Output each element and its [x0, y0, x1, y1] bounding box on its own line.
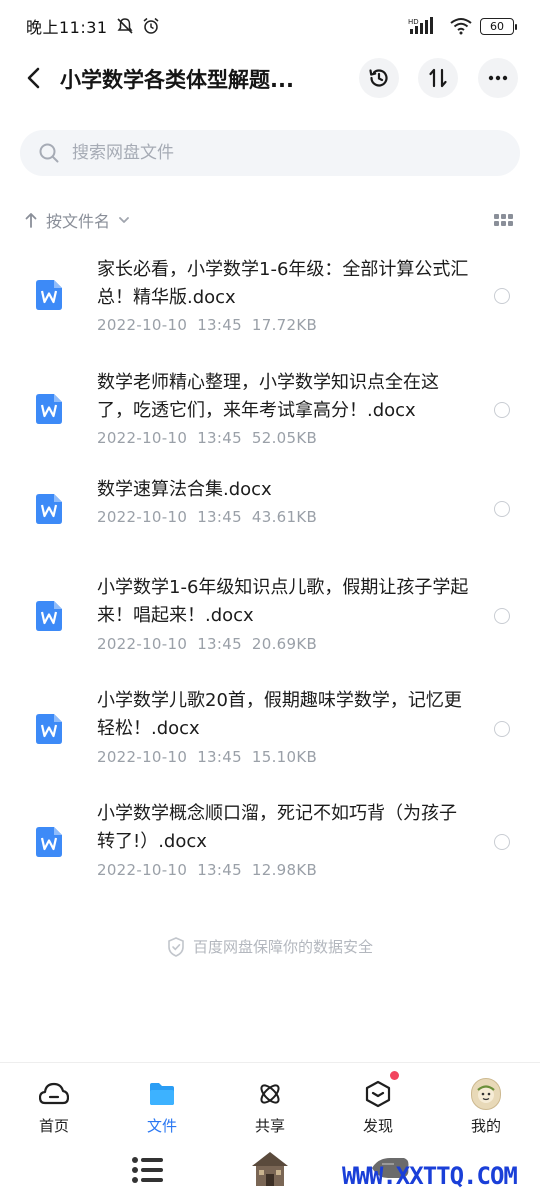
discover-icon [363, 1079, 393, 1109]
nav-mine-label: 我的 [470, 1117, 501, 1135]
file-row[interactable]: 小学数学概念顺口溜，死记不如巧背（为孩子转了!）.docx 2022-10-10… [0, 790, 540, 903]
more-button[interactable] [478, 58, 518, 98]
menu-list-icon [132, 1157, 163, 1183]
nav-share[interactable]: 共享 [216, 1063, 324, 1138]
status-bar: 晚上11:31 HD 60 [0, 0, 540, 52]
sort-toggle-button[interactable] [418, 58, 458, 98]
avatar-wrapper [471, 1078, 501, 1110]
grid-view-button[interactable] [492, 208, 516, 232]
file-meta: 2022-10-10 13:45 20.69KB [97, 635, 318, 653]
share-atom-icon [255, 1079, 285, 1109]
file-meta: 2022-10-10 13:45 43.61KB [97, 508, 318, 526]
bottom-nav: 首页 文件 共享 发现 我的 [0, 1062, 540, 1138]
search-bar[interactable] [20, 130, 520, 176]
svg-text:HD: HD [408, 18, 419, 26]
alarm-icon [142, 17, 160, 35]
file-row[interactable]: 小学数学儿歌20首，假期趣味学数学，记忆更轻松！.docx 2022-10-10… [0, 677, 540, 790]
file-name: 数学老师精心整理，小学数学知识点全在这了，吃透它们，来年考试拿高分！.docx [97, 372, 439, 421]
security-note: 百度网盘保障你的数据安全 [0, 936, 540, 957]
mute-icon [116, 17, 134, 35]
chevron-down-icon [119, 217, 129, 223]
wifi-icon [450, 17, 472, 35]
nav-files-label: 文件 [146, 1117, 177, 1135]
word-doc-icon [36, 714, 62, 744]
select-checkbox[interactable] [494, 608, 510, 624]
file-row[interactable]: 数学老师精心整理，小学数学知识点全在这了，吃透它们，来年考试拿高分！.docx … [0, 364, 540, 478]
select-checkbox[interactable] [494, 501, 510, 517]
file-name: 数学速算法合集.docx [97, 479, 272, 500]
signal-icon: HD [408, 17, 434, 35]
nav-home-label: 首页 [38, 1117, 69, 1135]
history-button[interactable] [359, 58, 399, 98]
sort-by-name-button[interactable]: 按文件名 [24, 208, 130, 232]
file-row[interactable]: 小学数学1-6年级知识点儿歌，假期让孩子学起来！唱起来！.docx 2022-1… [0, 564, 540, 677]
search-input[interactable] [72, 143, 452, 163]
nav-share-label: 共享 [254, 1117, 285, 1135]
history-icon [369, 69, 388, 87]
more-icon [488, 75, 508, 81]
watermark-text: WWW.XXTTQ.COM [342, 1162, 518, 1190]
home-icon [39, 1079, 69, 1109]
file-name: 小学数学儿歌20首，假期趣味学数学，记忆更轻松！.docx [97, 690, 462, 739]
security-note-text: 百度网盘保障你的数据安全 [192, 938, 373, 956]
file-row[interactable]: 家长必看，小学数学1-6年级：全部计算公式汇总！精华版.docx 2022-10… [0, 250, 540, 364]
file-meta: 2022-10-10 13:45 15.10KB [97, 748, 318, 766]
file-row[interactable]: 数学速算法合集.docx 2022-10-10 13:45 43.61KB [0, 478, 540, 564]
word-doc-icon [36, 827, 62, 857]
file-name: 家长必看，小学数学1-6年级：全部计算公式汇总！精华版.docx [97, 259, 469, 308]
arrow-up-icon [25, 213, 37, 228]
file-list: 家长必看，小学数学1-6年级：全部计算公式汇总！精华版.docx 2022-10… [0, 250, 540, 903]
sort-icon [429, 68, 447, 88]
word-doc-icon [36, 601, 62, 631]
file-name: 小学数学概念顺口溜，死记不如巧背（为孩子转了!）.docx [97, 803, 457, 852]
grid-icon [494, 214, 513, 226]
menu-button[interactable] [128, 1150, 168, 1190]
word-doc-icon [36, 280, 62, 310]
file-name: 小学数学1-6年级知识点儿歌，假期让孩子学起来！唱起来！.docx [97, 577, 469, 626]
nav-discover[interactable]: 发现 [324, 1063, 432, 1138]
sort-label: 按文件名 [46, 212, 111, 231]
nav-discover-label: 发现 [362, 1117, 393, 1135]
house-icon [252, 1152, 288, 1186]
select-checkbox[interactable] [494, 288, 510, 304]
folder-icon [147, 1079, 177, 1109]
shield-icon [168, 936, 184, 957]
select-checkbox[interactable] [494, 834, 510, 850]
file-meta: 2022-10-10 13:45 52.05KB [97, 429, 318, 447]
search-icon [39, 143, 59, 163]
back-button[interactable] [18, 62, 50, 94]
file-meta: 2022-10-10 13:45 12.98KB [97, 861, 318, 879]
select-checkbox[interactable] [494, 402, 510, 418]
nav-mine[interactable]: 我的 [432, 1063, 540, 1138]
select-checkbox[interactable] [494, 721, 510, 737]
page-title: 小学数学各类体型解题... [60, 68, 294, 92]
word-doc-icon [36, 494, 62, 524]
status-time: 晚上11:31 [26, 18, 108, 37]
sort-row: 按文件名 [24, 204, 516, 236]
app-header: 小学数学各类体型解题... [0, 52, 540, 104]
battery-icon: 60 [480, 17, 517, 35]
notification-badge [390, 1071, 399, 1080]
file-meta: 2022-10-10 13:45 17.72KB [97, 316, 318, 334]
nav-home[interactable]: 首页 [0, 1063, 108, 1138]
chevron-left-icon [27, 67, 40, 89]
avatar [471, 1078, 501, 1110]
word-doc-icon [36, 394, 62, 424]
nav-files[interactable]: 文件 [108, 1063, 216, 1138]
home-system-button[interactable] [248, 1146, 292, 1190]
